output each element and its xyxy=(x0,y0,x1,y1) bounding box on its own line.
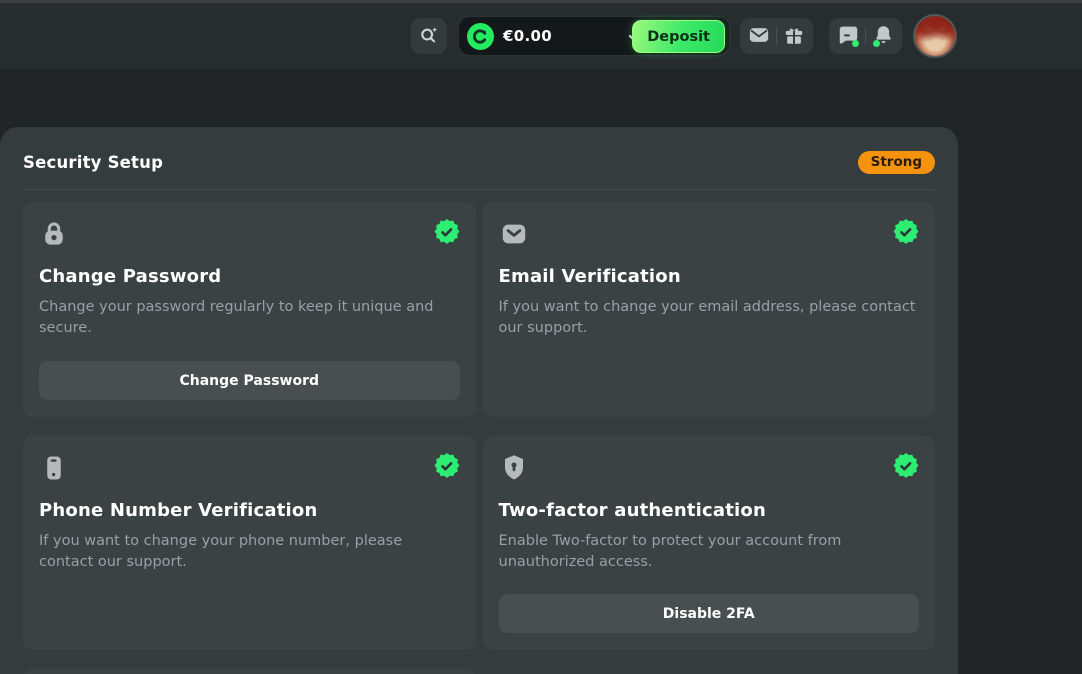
security-cards-grid: Change Password Change your password reg… xyxy=(23,202,935,674)
disable-2fa-button[interactable]: Disable 2FA xyxy=(499,594,920,633)
card-title: Change Password xyxy=(39,266,460,287)
chat-bell-group xyxy=(829,18,902,54)
balance-amount: €0.00 xyxy=(503,27,552,45)
notifications-button[interactable] xyxy=(866,18,900,54)
lock-icon xyxy=(39,234,69,253)
password-strength-badge: Strong xyxy=(858,151,935,174)
card-title: Phone Number Verification xyxy=(39,500,460,521)
card-title: Two-factor authentication xyxy=(499,500,920,521)
verified-badge-icon xyxy=(434,219,460,245)
gift-button[interactable] xyxy=(777,18,811,54)
mail-gift-group xyxy=(740,18,813,54)
search-icon xyxy=(418,24,440,49)
card-partial xyxy=(23,669,476,674)
gift-icon xyxy=(783,24,805,49)
change-password-card: Change Password Change your password reg… xyxy=(23,202,476,417)
card-description: If you want to change your email address… xyxy=(499,297,920,339)
card-description: If you want to change your phone number,… xyxy=(39,531,460,573)
chat-button[interactable] xyxy=(831,18,865,54)
two-factor-card: Two-factor authentication Enable Two-fac… xyxy=(483,436,936,650)
shield-icon xyxy=(499,468,529,487)
top-navbar: €0.00 Deposit xyxy=(0,3,1082,69)
email-verification-card: Email Verification If you want to change… xyxy=(483,202,936,417)
chat-status-dot xyxy=(852,40,859,47)
security-setup-panel: Security Setup Strong Change Password Ch… xyxy=(0,127,958,674)
mail-button[interactable] xyxy=(742,18,776,54)
verified-badge-icon xyxy=(434,453,460,479)
envelope-icon xyxy=(499,234,529,253)
card-title: Email Verification xyxy=(499,266,920,287)
mail-icon xyxy=(748,24,770,49)
deposit-button[interactable]: Deposit xyxy=(632,20,725,53)
change-password-button[interactable]: Change Password xyxy=(39,361,460,400)
coin-icon xyxy=(467,23,494,50)
balance-selector[interactable]: €0.00 Deposit xyxy=(458,16,730,56)
notifications-status-dot xyxy=(873,40,880,47)
verified-badge-icon xyxy=(893,219,919,245)
card-description: Enable Two-factor to protect your accoun… xyxy=(499,531,920,573)
search-button[interactable] xyxy=(411,18,447,54)
card-description: Change your password regularly to keep i… xyxy=(39,297,460,339)
avatar[interactable] xyxy=(913,14,957,58)
panel-header: Security Setup Strong xyxy=(23,150,935,174)
phone-verification-card: Phone Number Verification If you want to… xyxy=(23,436,476,650)
divider xyxy=(23,189,935,190)
phone-icon xyxy=(39,468,69,487)
verified-badge-icon xyxy=(893,453,919,479)
page-title: Security Setup xyxy=(23,153,163,172)
